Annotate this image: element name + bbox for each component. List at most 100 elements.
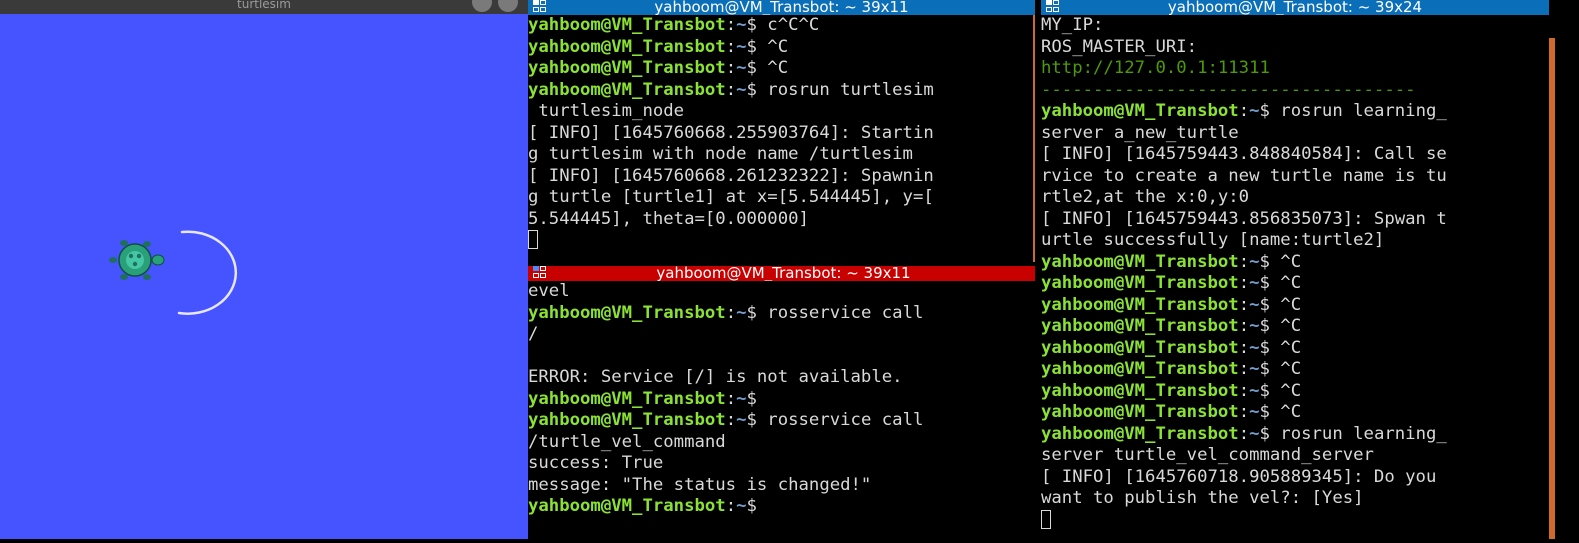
terminal-line: yahboom@VM_Transbot:~$ [528, 389, 1039, 411]
command-text: rosrun learning_ [1269, 101, 1447, 121]
prompt-path: ~ [1249, 101, 1260, 121]
output-text: http://127.0.0.1:11311 [1041, 58, 1270, 78]
terminal-3[interactable]: yahboom@VM_Transbot: ~ 39x24 MY_IP: ROS_M… [1041, 0, 1549, 539]
prompt-separator: : [1238, 423, 1250, 444]
close-button[interactable] [498, 0, 518, 12]
prompt-user: yahboom@VM_Transbot [1041, 337, 1239, 358]
prompt-separator: : [725, 410, 737, 430]
prompt-symbol: $ [746, 410, 757, 430]
terminal-2-titlebar[interactable]: yahboom@VM_Transbot: ~ 39x11 [528, 266, 1039, 281]
output-text: want to publish the vel?: [Yes] [1041, 488, 1364, 508]
terminal-1[interactable]: yahboom@VM_Transbot: ~ 39x11 yahboom@VM_… [528, 0, 1035, 262]
prompt-symbol: $ [1259, 251, 1270, 272]
terminal-3-title: yahboom@VM_Transbot: ~ 39x24 [1167, 0, 1423, 15]
terminal-line: yahboom@VM_Transbot:~$ rosrun turtlesim [528, 80, 1035, 102]
prompt-separator: : [1238, 273, 1250, 293]
output-text: server a_new_turtle [1041, 122, 1239, 143]
prompt-symbol: $ [746, 496, 757, 516]
prompt-symbol: $ [746, 58, 757, 78]
prompt-separator: : [725, 36, 737, 57]
prompt-separator: : [1238, 294, 1250, 315]
terminal-line: yahboom@VM_Transbot:~$ ^C [528, 58, 1035, 80]
terminal-line: yahboom@VM_Transbot:~$ ^C [1041, 359, 1549, 381]
command-text: rosrun learning_ [1269, 423, 1447, 444]
prompt-user: yahboom@VM_Transbot [1041, 294, 1239, 315]
prompt-user: yahboom@VM_Transbot [1041, 380, 1239, 401]
terminal-line: yahboom@VM_Transbot:~$ ^C [528, 37, 1035, 59]
terminal-1-titlebar[interactable]: yahboom@VM_Transbot: ~ 39x11 [528, 0, 1035, 15]
terminal-icon [533, 266, 547, 279]
terminal-line: g turtlesim with node name /turtlesim [528, 144, 1035, 166]
prompt-user: yahboom@VM_Transbot [528, 58, 726, 78]
output-text: evel [528, 281, 570, 301]
prompt-user: yahboom@VM_Transbot [1041, 359, 1239, 379]
output-text: MY_IP: [1041, 15, 1104, 35]
output-text: 5.544445], theta=[0.000000] [528, 208, 809, 229]
prompt-user: yahboom@VM_Transbot [528, 496, 726, 516]
terminal-3-margin [1555, 15, 1579, 539]
terminal-line: g turtle [turtle1] at x=[5.544445], y=[ [528, 187, 1035, 209]
terminal-line: server turtle_vel_command_server [1041, 445, 1549, 467]
terminal-3-output[interactable]: MY_IP: ROS_MASTER_URI: http://127.0.0.1:11… [1041, 15, 1549, 539]
turtle-trail [177, 230, 238, 315]
prompt-path: ~ [736, 58, 747, 78]
terminal-line: yahboom@VM_Transbot:~$ ^C [1041, 316, 1549, 338]
prompt-path: ~ [1249, 423, 1260, 444]
terminal-line [528, 230, 1035, 252]
prompt-path: ~ [1249, 316, 1260, 336]
prompt-path: ~ [1249, 294, 1260, 315]
output-text: ERROR: Service [/] is not available. [528, 367, 903, 387]
terminal-line: [ INFO] [1645760718.905889345]: Do you [1041, 467, 1549, 489]
output-text: rvice to create a new turtle name is tu [1041, 165, 1447, 186]
terminal-line: [ INFO] [1645760668.255903764]: Startin [528, 123, 1035, 145]
output-text: server turtle_vel_command_server [1041, 445, 1374, 465]
prompt-symbol: $ [1259, 402, 1270, 422]
terminal-line: [ INFO] [1645759443.856835073]: Spwan t [1041, 209, 1549, 231]
prompt-symbol: $ [1259, 294, 1270, 315]
prompt-user: yahboom@VM_Transbot [528, 302, 726, 323]
turtlesim-titlebar[interactable]: turtlesim [0, 0, 528, 14]
command-text: ^C [1269, 337, 1302, 358]
terminal-line: yahboom@VM_Transbot:~$ ^C [1041, 295, 1549, 317]
terminal-line: ------------------------------------ [1041, 80, 1549, 102]
prompt-symbol: $ [1259, 337, 1270, 358]
prompt-user: yahboom@VM_Transbot [1041, 402, 1239, 422]
turtle-icon [109, 240, 165, 280]
output-text: urtle successfully [name:turtle2] [1041, 230, 1385, 250]
command-text: rosservice call [756, 410, 924, 430]
terminal-2[interactable]: yahboom@VM_Transbot: ~ 39x11 evel yahboom… [528, 266, 1039, 539]
prompt-separator: : [1238, 251, 1250, 272]
prompt-symbol: $ [1259, 316, 1270, 336]
terminal-cursor [1041, 509, 1051, 529]
terminal-line: yahboom@VM_Transbot:~$ [528, 496, 1039, 518]
terminal-line: yahboom@VM_Transbot:~$ ^C [1041, 381, 1549, 403]
output-text: [ INFO] [1645760718.905889345]: Do you [1041, 466, 1437, 487]
output-text: [ INFO] [1645760668.255903764]: Startin [528, 122, 934, 143]
prompt-path: ~ [1249, 251, 1260, 272]
output-text: [ INFO] [1645760668.261232322]: Spawnin [528, 165, 934, 186]
prompt-separator: : [725, 496, 737, 516]
command-text: c^C^C [756, 15, 820, 35]
terminal-line: ERROR: Service [/] is not available. [528, 367, 1039, 389]
terminal-1-output[interactable]: yahboom@VM_Transbot:~$ c^C^C yahboom@VM_T… [528, 15, 1035, 262]
terminal-line: http://127.0.0.1:11311 [1041, 58, 1549, 80]
prompt-separator: : [725, 15, 737, 35]
prompt-symbol: $ [1259, 423, 1270, 444]
prompt-separator: : [1238, 316, 1250, 336]
terminal-line: yahboom@VM_Transbot:~$ rosservice call [528, 303, 1039, 325]
prompt-symbol: $ [746, 36, 757, 57]
terminal-2-output[interactable]: evel yahboom@VM_Transbot:~$ rosservice ca… [528, 281, 1039, 539]
terminal-3-titlebar[interactable]: yahboom@VM_Transbot: ~ 39x24 [1041, 0, 1549, 15]
prompt-path: ~ [736, 410, 747, 430]
terminal-line: MY_IP: [1041, 15, 1549, 37]
prompt-symbol: $ [746, 79, 757, 100]
minimize-button[interactable] [472, 0, 492, 12]
terminal-line: yahboom@VM_Transbot:~$ ^C [1041, 402, 1549, 424]
prompt-path: ~ [1249, 402, 1260, 422]
terminal-line: [ INFO] [1645760668.261232322]: Spawnin [528, 166, 1035, 188]
prompt-symbol: $ [1259, 380, 1270, 401]
prompt-path: ~ [1249, 359, 1260, 379]
command-text: rosrun turtlesim [756, 79, 934, 100]
output-text: g turtle [turtle1] at x=[5.544445], y=[ [528, 187, 934, 207]
